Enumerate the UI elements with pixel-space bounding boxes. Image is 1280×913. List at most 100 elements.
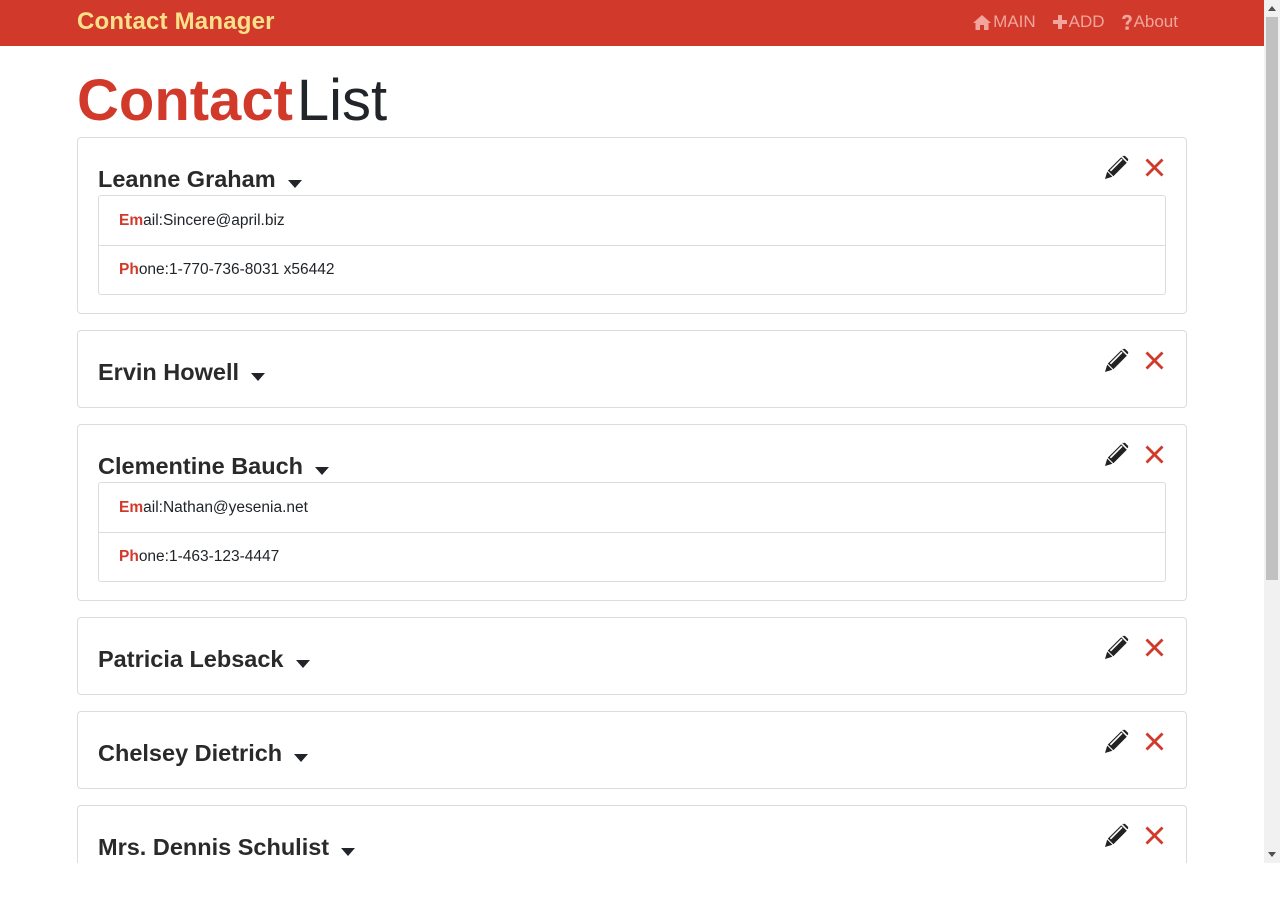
edit-button[interactable] (1104, 155, 1129, 185)
delete-button[interactable] (1142, 732, 1166, 756)
email-label: ail: (143, 211, 163, 229)
contact-card: Leanne Graham Em ail: Sincere@april.biz … (77, 137, 1187, 314)
delete-button[interactable] (1142, 351, 1166, 375)
edit-button[interactable] (1104, 348, 1129, 378)
viewport: Contact Manager MAIN ADD About ContactLi… (0, 0, 1264, 863)
nav-about-label: About (1133, 12, 1178, 31)
phone-row: Ph one: 1-463-123-4447 (99, 532, 1165, 581)
contact-actions (1104, 729, 1166, 759)
contact-card-header: Clementine Bauch (98, 442, 1166, 481)
contact-actions (1104, 348, 1166, 378)
question-icon (1121, 14, 1133, 31)
scroll-up-arrow[interactable] (1264, 0, 1280, 17)
phone-label-highlight: Ph (119, 548, 139, 565)
contact-name-wrap: Clementine Bauch (98, 445, 330, 481)
caret-down-icon[interactable] (341, 848, 356, 856)
close-icon (1145, 351, 1164, 375)
scroll-down-arrow[interactable] (1264, 846, 1280, 863)
pencil-icon (1104, 729, 1129, 759)
edit-button[interactable] (1104, 635, 1129, 665)
close-icon (1145, 826, 1164, 850)
phone-label: one: (138, 548, 169, 565)
window-bottom-strip (0, 863, 1280, 913)
email-value: Sincere@april.biz (162, 211, 285, 229)
contact-name-wrap: Patricia Lebsack (98, 638, 310, 674)
contact-card: Patricia Lebsack (77, 617, 1187, 695)
page-title-strong: Contact (77, 68, 293, 133)
contact-name-wrap: Chelsey Dietrich (98, 732, 309, 768)
phone-row: Ph one: 1-770-736-8031 x56442 (99, 245, 1165, 294)
contact-card: Clementine Bauch Em ail: Nathan@yesenia.… (77, 424, 1187, 601)
pencil-icon (1104, 348, 1129, 378)
email-label-highlight: Em (119, 498, 144, 516)
nav-main-label: MAIN (993, 12, 1036, 31)
navbar: Contact Manager MAIN ADD About (0, 0, 1264, 46)
contact-name-wrap: Mrs. Dennis Schulist (98, 826, 356, 862)
contact-actions (1104, 635, 1166, 665)
contact-card: Mrs. Dennis Schulist (77, 805, 1187, 863)
pencil-icon (1104, 155, 1129, 185)
close-icon (1145, 445, 1164, 469)
contact-name: Mrs. Dennis Schulist (98, 834, 330, 860)
contact-list: Leanne Graham Em ail: Sincere@april.biz … (77, 137, 1187, 863)
delete-button[interactable] (1142, 826, 1166, 850)
contact-name: Chelsey Dietrich (98, 740, 283, 766)
contact-name: Patricia Lebsack (98, 646, 284, 672)
nav-about-link[interactable]: About (1121, 12, 1178, 32)
vertical-scrollbar[interactable] (1264, 0, 1280, 863)
nav-add-label: ADD (1068, 12, 1105, 31)
caret-down-icon[interactable] (251, 373, 266, 381)
caret-down-icon[interactable] (287, 180, 302, 188)
contact-card: Chelsey Dietrich (77, 711, 1187, 789)
edit-button[interactable] (1104, 729, 1129, 759)
contact-actions (1104, 823, 1166, 853)
pencil-icon (1104, 823, 1129, 853)
caret-down-icon[interactable] (294, 754, 309, 762)
caret-down-icon[interactable] (315, 467, 330, 475)
nav-main-link[interactable]: MAIN (972, 12, 1036, 32)
phone-value: 1-463-123-4447 (168, 548, 280, 565)
contact-card: Ervin Howell (77, 330, 1187, 408)
phone-label-highlight: Ph (119, 261, 139, 278)
page-title: ContactList (77, 68, 387, 134)
contact-card-header: Patricia Lebsack (98, 635, 1166, 674)
page-title-light: List (296, 68, 388, 133)
contact-actions (1104, 442, 1166, 472)
delete-button[interactable] (1142, 445, 1166, 469)
scroll-thumb[interactable] (1266, 17, 1278, 580)
delete-button[interactable] (1142, 638, 1166, 662)
edit-button[interactable] (1104, 823, 1129, 853)
nav-add-link[interactable]: ADD (1052, 12, 1105, 32)
email-row: Em ail: Sincere@april.biz (99, 196, 1165, 245)
contact-name: Ervin Howell (98, 359, 240, 385)
contact-card-header: Mrs. Dennis Schulist (98, 823, 1166, 862)
close-icon (1145, 732, 1164, 756)
contact-name: Leanne Graham (98, 166, 276, 192)
caret-down-icon[interactable] (295, 660, 310, 668)
phone-label: one: (138, 261, 169, 278)
contact-card-header: Chelsey Dietrich (98, 729, 1166, 768)
email-value: Nathan@yesenia.net (162, 498, 308, 516)
email-label: ail: (143, 498, 163, 516)
edit-button[interactable] (1104, 442, 1129, 472)
home-icon (972, 14, 992, 31)
contact-name: Clementine Bauch (98, 453, 304, 479)
contact-details: Em ail: Nathan@yesenia.net Ph one: 1-463-1… (98, 482, 1166, 582)
pencil-icon (1104, 442, 1129, 472)
contact-card-header: Ervin Howell (98, 348, 1166, 387)
delete-button[interactable] (1142, 158, 1166, 182)
phone-value: 1-770-736-8031 x56442 (168, 261, 335, 278)
contact-name-wrap: Leanne Graham (98, 158, 302, 194)
brand-logo[interactable]: Contact Manager (77, 8, 275, 36)
contact-actions (1104, 155, 1166, 185)
email-label-highlight: Em (119, 211, 144, 229)
nav-links: MAIN ADD About (972, 12, 1178, 32)
plus-icon (1052, 14, 1068, 30)
close-icon (1145, 638, 1164, 662)
contact-card-header: Leanne Graham (98, 155, 1166, 194)
contact-details: Em ail: Sincere@april.biz Ph one: 1-770-73… (98, 195, 1166, 295)
email-row: Em ail: Nathan@yesenia.net (99, 483, 1165, 532)
contact-name-wrap: Ervin Howell (98, 351, 266, 387)
close-icon (1145, 158, 1164, 182)
pencil-icon (1104, 635, 1129, 665)
